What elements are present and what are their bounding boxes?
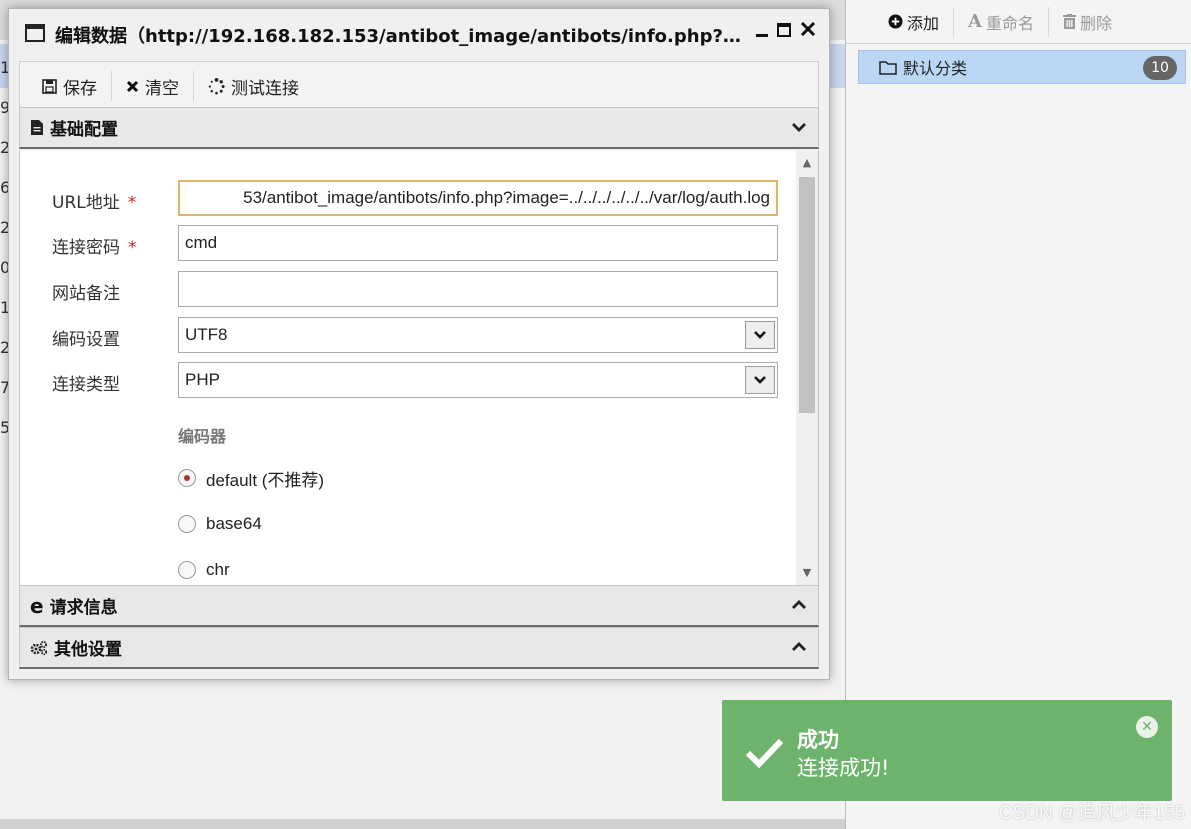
category-toolbar: 添加 A 重命名 删除 [846,0,1191,44]
add-category-label: 添加 [907,13,940,33]
section-other-settings-title: 其他设置 [54,640,122,660]
url-row: URL地址 * 53/antibot_image/antibots/info.ph… [20,180,795,216]
add-category-button[interactable]: 添加 [874,7,953,37]
category-count-badge: 10 [1143,56,1177,80]
scroll-down-icon[interactable]: ▼ [796,563,818,583]
encoder-option-chr[interactable]: chr [178,558,230,582]
chevron-down-icon [792,123,806,132]
window-icon [25,24,45,42]
chevron-down-icon[interactable] [745,321,775,349]
chevron-up-icon [792,642,806,651]
radio-unchecked[interactable] [178,561,196,579]
category-item-label: 默认分类 [903,59,968,78]
encoder-option-base64[interactable]: base64 [178,512,262,536]
ie-icon: e [30,593,44,618]
close-icon[interactable]: ✕ [1136,716,1158,738]
spinner-icon [208,77,225,94]
password-input[interactable]: cmd [178,225,778,261]
encoder-option-label: chr [206,560,230,579]
url-input[interactable]: 53/antibot_image/antibots/info.php?image… [178,180,778,216]
required-mark: * [128,238,137,258]
password-row: 连接密码 * cmd [20,225,795,261]
save-label: 保存 [63,78,97,99]
close-icon[interactable] [797,19,819,44]
scroll-up-icon[interactable]: ▲ [796,153,818,173]
form-scrollbar[interactable]: ▲ ▼ [796,151,818,585]
encoder-option-label: base64 [206,514,262,533]
clear-button[interactable]: 清空 [112,70,193,102]
font-icon: A [968,11,982,32]
section-basic-config-title: 基础配置 [50,120,118,140]
folder-icon [879,60,897,75]
chevron-up-icon [792,600,806,609]
floppy-disk-icon [42,78,57,94]
gears-icon [30,640,48,655]
dialog-titlebar[interactable]: 编辑数据（http://192.168.182.153/antibot_imag… [9,9,829,57]
checkmark-icon [745,738,784,769]
save-button[interactable]: 保存 [28,70,111,102]
required-mark: * [127,193,137,213]
section-request-info-header[interactable]: e 请求信息 [19,585,819,627]
dialog-title: 编辑数据（http://192.168.182.153/antibot_imag… [55,26,745,47]
encoding-row: 编码设置 UTF8 [20,317,795,353]
success-toast: 成功 连接成功! ✕ [722,700,1172,801]
category-item-default[interactable]: 默认分类 10 [858,50,1186,84]
toast-title: 成功 [797,728,839,752]
chevron-down-icon[interactable] [745,366,775,394]
password-label: 连接密码 * [52,238,137,258]
toast-message: 连接成功! [797,756,890,780]
basic-config-form: URL地址 * 53/antibot_image/antibots/info.ph… [19,151,819,585]
clear-label: 清空 [145,78,179,99]
watermark: CSDN @追风少年155 [998,803,1185,824]
radio-checked[interactable] [178,469,196,487]
section-request-info-title: 请求信息 [49,598,118,618]
radio-unchecked[interactable] [178,515,196,533]
plus-circle-icon [888,14,903,29]
x-icon [126,80,139,92]
note-label: 网站备注 [52,284,120,304]
test-connection-label: 测试连接 [231,78,299,99]
encoder-label: 编码器 [178,427,227,446]
minimize-icon[interactable] [751,19,773,44]
edit-data-dialog: 编辑数据（http://192.168.182.153/antibot_imag… [8,8,830,680]
type-select[interactable]: PHP [178,362,778,398]
section-basic-config-header[interactable]: 基础配置 [19,107,819,149]
delete-category-label: 删除 [1080,13,1113,33]
rename-category-button[interactable]: A 重命名 [954,7,1048,37]
document-icon [31,120,43,135]
scrollbar-thumb[interactable] [799,177,815,413]
note-input[interactable] [178,271,778,307]
maximize-icon[interactable] [773,19,795,44]
rename-category-label: 重命名 [985,13,1034,33]
type-label: 连接类型 [52,375,120,395]
note-row: 网站备注 [20,271,795,307]
encoder-option-default[interactable]: default (不推荐) [178,466,324,490]
section-other-settings-header[interactable]: 其他设置 [19,627,819,669]
test-connection-button[interactable]: 测试连接 [194,70,313,102]
encoding-label: 编码设置 [52,330,120,350]
encoder-option-label: default (不推荐) [206,470,325,490]
url-label: URL地址 * [52,193,137,213]
type-row: 连接类型 PHP [20,362,795,398]
trash-icon [1063,14,1076,29]
delete-category-button[interactable]: 删除 [1049,7,1126,37]
encoding-select[interactable]: UTF8 [178,317,778,353]
dialog-toolbar: 保存 清空 测试连接 [19,61,819,111]
